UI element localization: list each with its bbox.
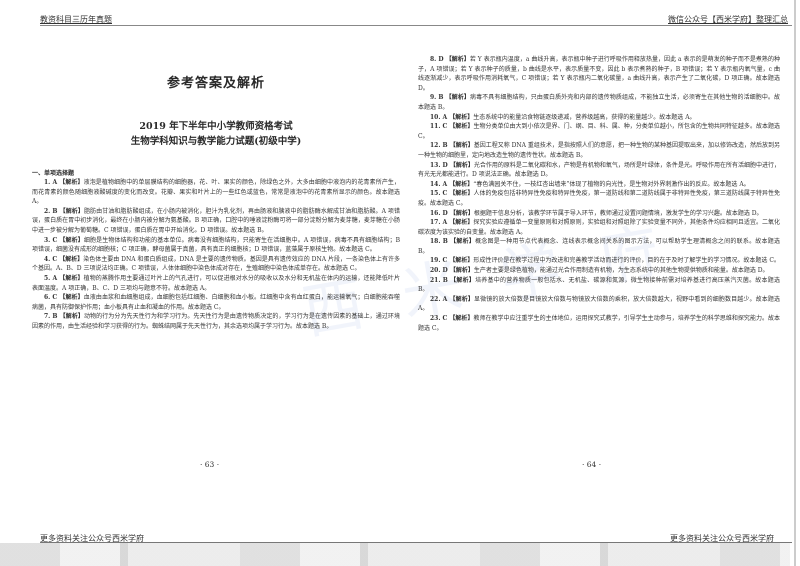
page-number: · 64 · <box>582 460 602 469</box>
answer-label: 16. D 【解析】 <box>430 209 474 217</box>
answer-item: 14. A 【解析】“春色满园关不住，一枝红杏出墙来”体现了植物的向光性，是生物… <box>418 180 780 190</box>
page-title: 参考答案及解析 <box>166 76 265 91</box>
exam-title: 2019 年下半年中小学教师资格考试 <box>139 121 293 132</box>
answer-item: 8. D 【解析】若 Y 表示瓶内温度，a 曲线升高，表示瓶中种子进行呼吸作用释… <box>418 55 780 93</box>
answer-explanation: 生物分类单位由大到小依次是界、门、纲、目、科、属、种，分类单位越小，所包含的生物… <box>418 123 780 140</box>
left-page: 参考答案及解析 2019 年下半年中小学教师资格考试 生物学科知识与教学能力试题… <box>32 60 400 332</box>
answer-label: 2. B 【解析】 <box>44 207 84 215</box>
section-heading: 一、单项选择题 <box>32 170 75 177</box>
scan-artifact-strip <box>0 543 790 566</box>
page-number: · 63 · <box>200 460 220 469</box>
answer-item: 21. B 【解析】培养基中的营养物质一般包括水、无机盐、碳源和氮源，微生物接种… <box>418 276 780 295</box>
answer-label: 3. C 【解析】 <box>44 236 84 244</box>
answer-explanation: 液泡是植物细胞中的单层膜结构的细胞器，花、叶、果实的颜色，除绿色之外，大多由细胞… <box>32 179 400 206</box>
answer-explanation: 脂肪由甘油和脂肪酸组成，在小肠内被消化，胆汁为乳化剂，再由肠液和胰液中的脂肪酶水… <box>32 207 401 234</box>
answer-explanation: 人体的免疫包括非特异性免疫和特异性免疫，第一道防线和第二道防线属于非特异性免疫，… <box>418 190 780 207</box>
answer-explanation: 根据题干信息分析，该教学环节属于导入环节，教师通过设置问题情境，激发学生的学习兴… <box>473 209 763 217</box>
answer-item: 5. A 【解析】植物的蒸腾作用主要通过叶片上的气孔进行，可以促进根对水分的吸收… <box>32 274 400 293</box>
answer-item: 4. C 【解析】染色体主要由 DNA 和蛋白质组成，DNA 是主要的遗传物质。… <box>32 255 400 274</box>
answer-label: 18. B 【解析】 <box>430 238 476 246</box>
answer-list: 1. A 【解析】液泡是植物细胞中的单层膜结构的细胞器，花、叶、果实的颜色，除绿… <box>32 178 400 332</box>
answer-label: 5. A 【解析】 <box>44 274 84 282</box>
header-right: 微信公众号【西米学府】整理汇总 <box>668 15 788 24</box>
answer-label: 11. C 【解析】 <box>430 123 474 131</box>
answer-label: 7. B 【解析】 <box>44 313 84 321</box>
answer-explanation: 病毒不具有细胞结构，只由蛋白质外壳和内部的遗传物质组成，不能独立生活，必须寄生在… <box>418 94 780 111</box>
answer-label: 4. C 【解析】 <box>44 255 84 263</box>
answer-item: 16. D 【解析】根据题干信息分析，该教学环节属于导入环节，教师通过设置问题情… <box>418 209 780 219</box>
answer-explanation: 染色体主要由 DNA 和蛋白质组成，DNA 是主要的遗传物质。基因是具有遗传效应… <box>32 255 400 273</box>
answer-list: 8. D 【解析】若 Y 表示瓶内温度，a 曲线升高，表示瓶中种子进行呼吸作用释… <box>418 55 780 333</box>
answer-item: 3. C 【解析】细胞是生物体结构和功能的基本单位。病毒没有细胞结构，只能寄生在… <box>32 236 400 255</box>
answer-label: 6. C 【解析】 <box>44 294 84 302</box>
scan-edge <box>794 0 796 566</box>
header-left: 教资科目三历年真题 <box>40 15 112 24</box>
answer-item: 20. D 【解析】生产者主要是绿色植物，能通过光合作用制造有机物，为生态系统中… <box>418 266 780 276</box>
answer-label: 10. A 【解析】 <box>430 113 474 121</box>
answer-explanation: 动物的行为分为先天性行为和学习行为。先天性行为是由遗传物质决定的，学习行为是在遗… <box>32 313 400 330</box>
answer-item: 13. D 【解析】光合作用的原料是二氧化碳和水，产物是有机物和氧气，场所是叶绿… <box>418 161 780 180</box>
answer-explanation: 细胞是生物体结构和功能的基本单位。病毒没有细胞结构，只能寄生在活细胞中。A 项错… <box>32 236 400 254</box>
answer-label: 23. C 【解析】 <box>430 315 474 323</box>
answer-item: 23. C 【解析】教师在教学中应注重学生的主体地位，运用探究式教学，引导学生主… <box>418 314 780 333</box>
answer-explanation: 探究实验应遵循单一变量原则和对照原则，实验组和对照组除了实验变量不同外，其他条件… <box>418 219 780 236</box>
answer-label: 9. B 【解析】 <box>430 94 470 102</box>
answer-item: 22. A 【解析】显微镜的放大倍数是目镜放大倍数与物镜放大倍数的乘积，放大倍数… <box>418 295 780 314</box>
answer-label: 14. A 【解析】 <box>430 180 474 188</box>
answer-label: 17. A 【解析】 <box>430 219 474 227</box>
answer-explanation: 植物的蒸腾作用主要通过叶片上的气孔进行，可以促进根对水分的吸收以及水分和无机盐在… <box>32 274 400 292</box>
answer-item: 12. B 【解析】基因工程又称 DNA 重组技术，是指按照人们的意愿，把一种生… <box>418 141 780 160</box>
answer-explanation: “春色满园关不住，一枝红杏出墙来”体现了植物的向光性，是生物对外界刺激作出的反应… <box>473 180 750 188</box>
answer-label: 12. B 【解析】 <box>430 142 474 150</box>
answer-explanation: 若 Y 表示瓶内温度，a 曲线升高，表示瓶中种子进行呼吸作用释放热量，因此 a … <box>418 56 780 92</box>
answer-item: 6. C 【解析】血液由血浆和血细胞组成，血细胞包括红细胞、白细胞和血小板。红细… <box>32 293 400 312</box>
answer-label: 22. A 【解析】 <box>430 295 475 303</box>
answer-item: 7. B 【解析】动物的行为分为先天性行为和学习行为。先天性行为是由遗传物质决定… <box>32 312 400 331</box>
answer-explanation: 教师在教学中应注重学生的主体地位，运用探究式教学，引导学生主动参与，培养学生的科… <box>418 315 780 332</box>
answer-item: 15. C 【解析】人体的免疫包括非特异性免疫和特异性免疫，第一道防线和第二道防… <box>418 189 780 208</box>
answer-label: 20. D 【解析】 <box>430 267 474 275</box>
header-divider <box>40 25 792 26</box>
answer-label: 19. C 【解析】 <box>430 257 474 265</box>
answer-item: 17. A 【解析】探究实验应遵循单一变量原则和对照原则，实验组和对照组除了实验… <box>418 218 780 237</box>
answer-item: 19. C 【解析】形成性评价是在教学过程中为改进和完善教学活动而进行的评价，目… <box>418 256 780 266</box>
answer-item: 10. A 【解析】生态系统中的能量沿食物链逐级递减，营养级越高，获得的能量越少… <box>418 113 780 123</box>
answer-label: 8. D 【解析】 <box>430 56 470 63</box>
answer-item: 1. A 【解析】液泡是植物细胞中的单层膜结构的细胞器，花、叶、果实的颜色，除绿… <box>32 178 400 207</box>
right-page: 8. D 【解析】若 Y 表示瓶内温度，a 曲线升高，表示瓶中种子进行呼吸作用释… <box>418 55 780 333</box>
answer-explanation: 形成性评价是在教学过程中为改进和完善教学活动而进行的评价，目的在于及时了解学生的… <box>473 257 780 265</box>
answer-label: 21. B 【解析】 <box>430 276 476 284</box>
answer-explanation: 血液由血浆和血细胞组成，血细胞包括红细胞、白细胞和血小板。红细胞中含有血红蛋白，… <box>32 294 400 311</box>
exam-subtitle: 生物学科知识与教学能力试题(初级中学) <box>130 136 302 147</box>
answer-explanation: 生态系统中的能量沿食物链逐级递减，营养级越高，获得的能量越少。故本题选 A。 <box>473 113 696 121</box>
answer-explanation: 生产者主要是绿色植物，能通过光合作用制造有机物，为生态系统中的其他生物提供物质和… <box>473 267 769 275</box>
answer-label: 1. A 【解析】 <box>44 179 84 186</box>
answer-item: 18. B 【解析】概念图是一种用节点代表概念、连线表示概念间关系的图示方法，可… <box>418 237 780 256</box>
answer-label: 15. C 【解析】 <box>430 190 474 198</box>
answer-item: 2. B 【解析】脂肪由甘油和脂肪酸组成，在小肠内被消化，胆汁为乳化剂，再由肠液… <box>32 207 400 236</box>
answer-label: 13. D 【解析】 <box>430 161 474 169</box>
answer-item: 11. C 【解析】生物分类单位由大到小依次是界、门、纲、目、科、属、种，分类单… <box>418 122 780 141</box>
answer-item: 9. B 【解析】病毒不具有细胞结构，只由蛋白质外壳和内部的遗传物质组成，不能独… <box>418 93 780 112</box>
